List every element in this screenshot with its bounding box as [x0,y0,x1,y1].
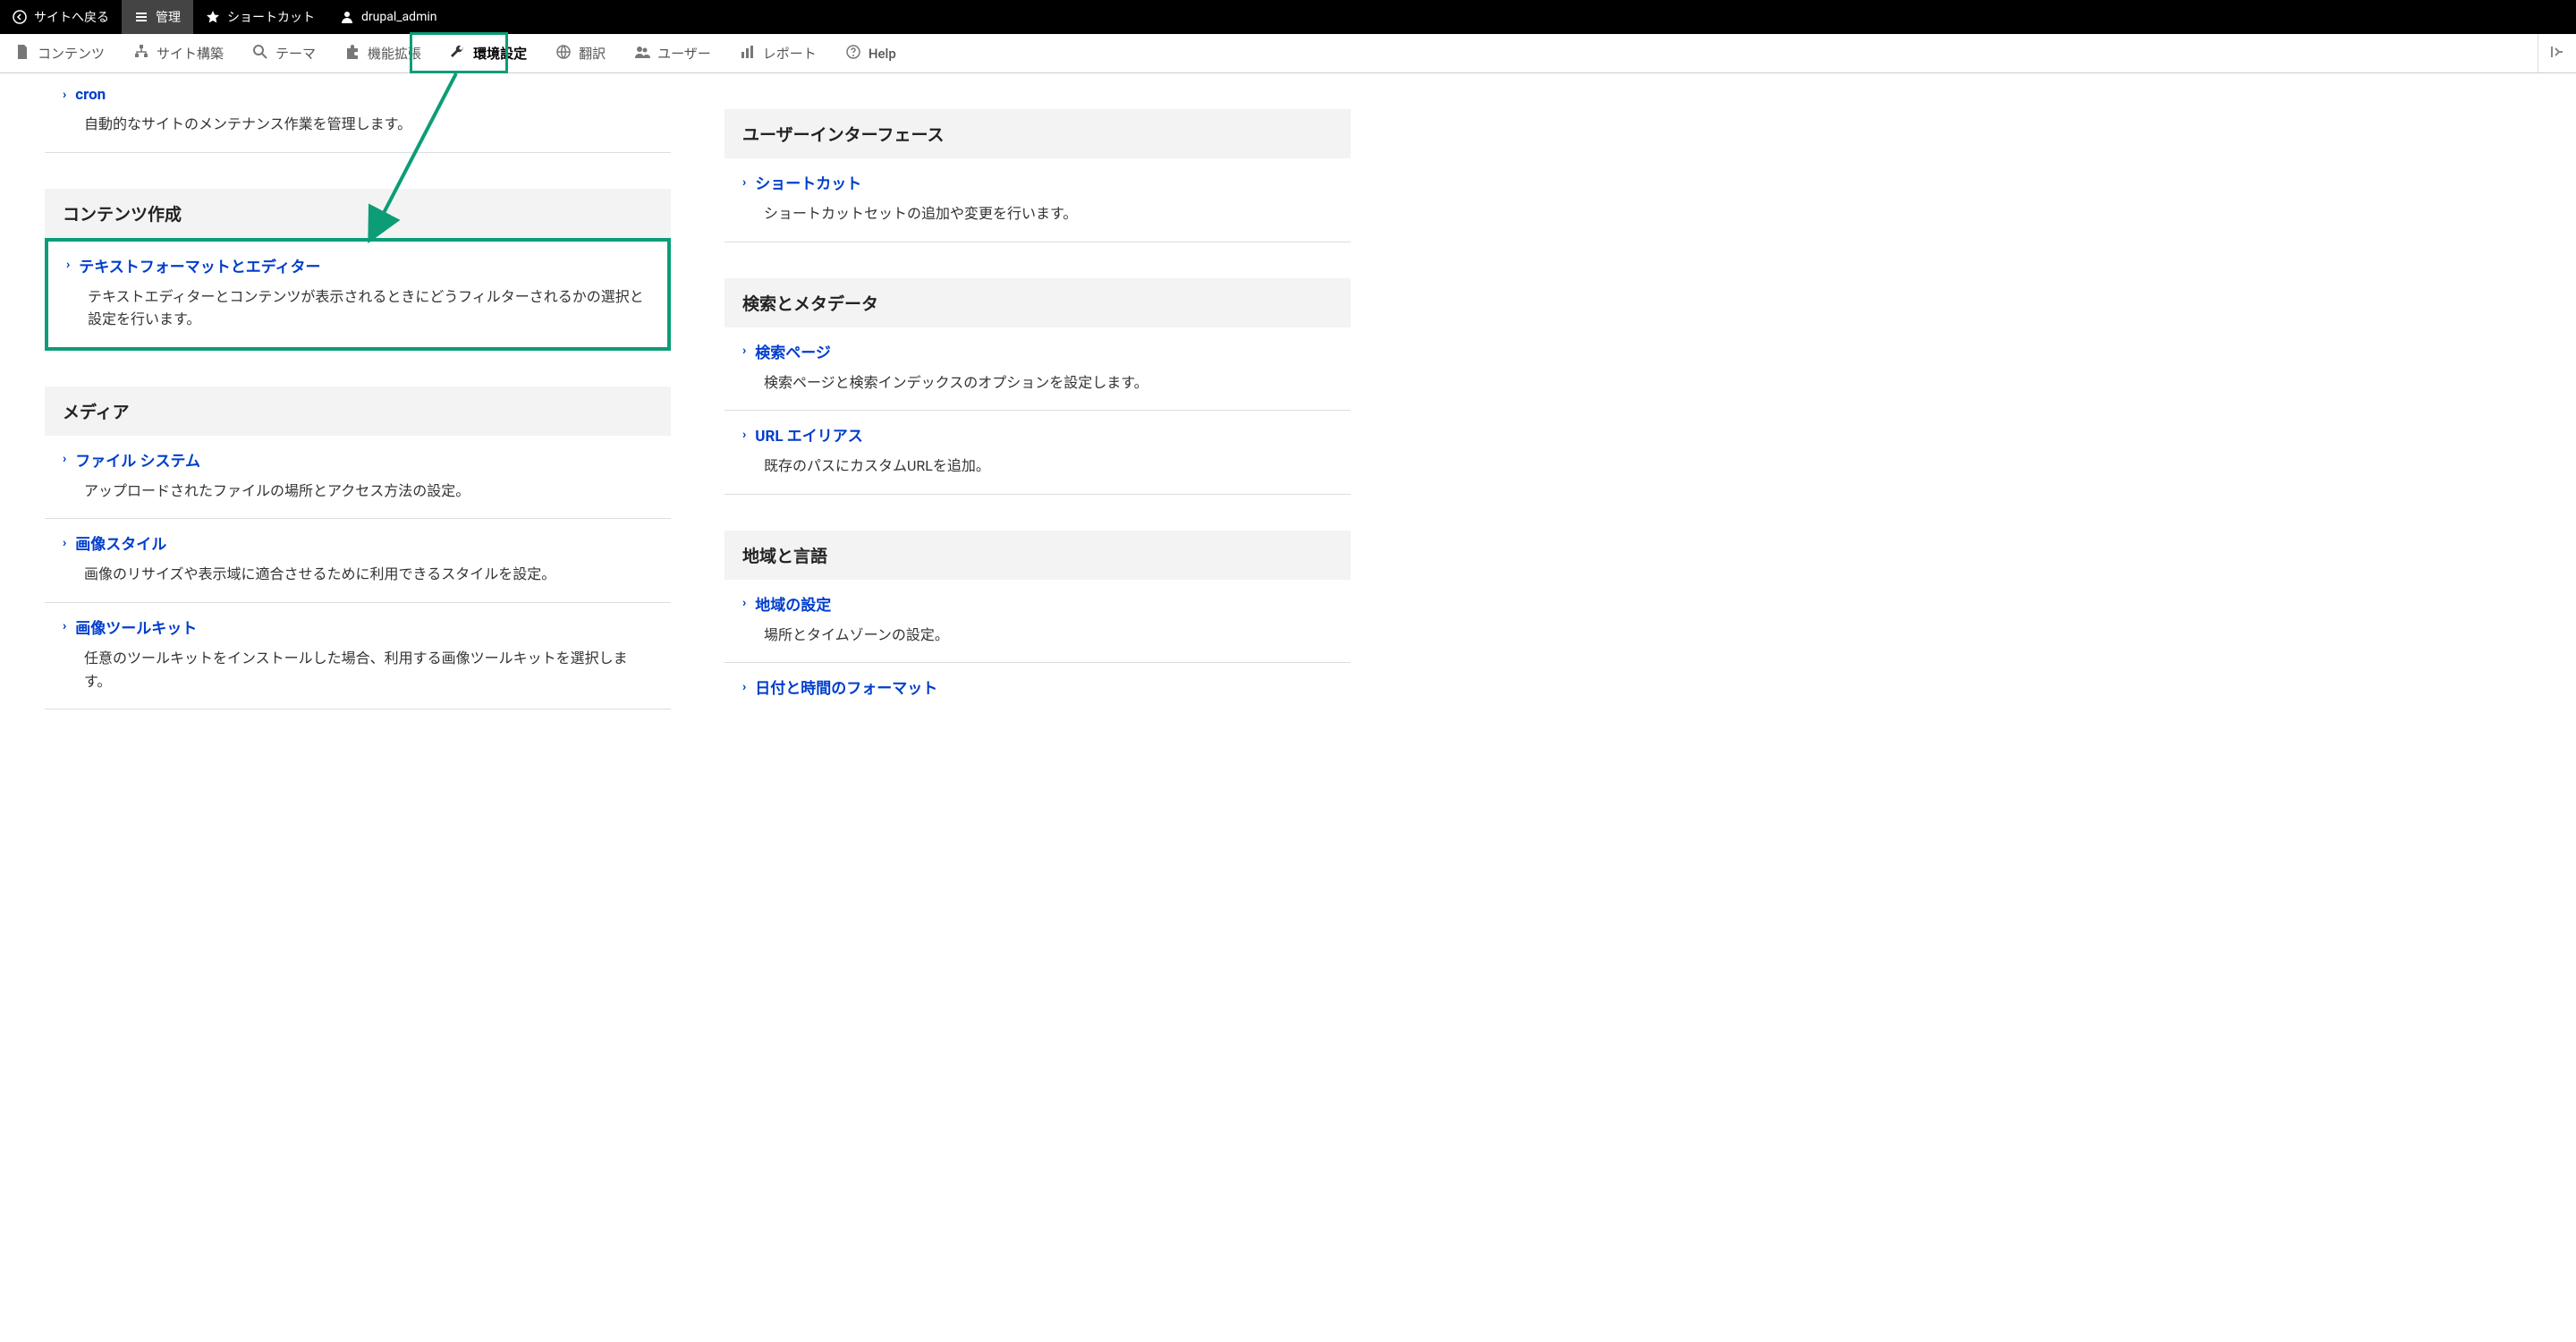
toolbar-theme[interactable]: テーマ [238,34,330,72]
toolbar-config[interactable]: 環境設定 [436,34,541,72]
config-item-filesystem: › ファイル システム アップロードされたファイルの場所とアクセス方法の設定。 [45,436,671,520]
toolbar-structure-label: サイト構築 [157,44,224,63]
cron-desc: 自動的なサイトのメンテナンス作業を管理します。 [84,113,653,136]
toolbar-content[interactable]: コンテンツ [0,34,119,72]
config-item-image-style: › 画像スタイル 画像のリサイズや表示域に適合させるために利用できるスタイルを設… [45,519,671,603]
toolbar-extend-label: 機能拡張 [368,44,421,63]
hamburger-icon [134,10,148,24]
admin-toolbar: コンテンツ サイト構築 テーマ 機能拡張 環境設定 翻訳 ユーザー レポート H… [0,34,2576,73]
shortcut-desc: ショートカットセットの追加や変更を行います。 [764,202,1333,225]
chevron-right-icon: › [742,175,746,190]
section-ui: ユーザーインターフェース › ショートカット ショートカットセットの追加や変更を… [724,109,1351,242]
toolbar-translate[interactable]: 翻訳 [541,34,620,72]
search-page-link[interactable]: 検索ページ [755,340,831,362]
section-media-header: メディア [45,386,671,436]
section-regional-header: 地域と言語 [724,531,1351,580]
puzzle-icon [344,44,360,64]
brush-icon [252,44,268,64]
config-item-regional-settings: › 地域の設定 場所とタイムゾーンの設定。 [724,580,1351,664]
chevron-right-icon: › [63,536,66,550]
users-icon [634,44,650,64]
image-style-desc: 画像のリサイズや表示域に適合させるために利用できるスタイルを設定。 [84,563,653,586]
text-format-link[interactable]: テキストフォーマットとエディター [79,254,320,276]
back-to-site-label: サイトへ戻る [34,8,109,26]
manage-label: 管理 [156,8,181,26]
toolbar-content-label: コンテンツ [38,44,105,63]
chevron-right-icon: › [63,88,66,102]
config-item-date-format: › 日付と時間のフォーマット [724,663,1351,698]
config-item-text-format: › テキストフォーマットとエディター テキストエディターとコンテンツが表示される… [45,238,671,351]
chart-icon [740,44,756,64]
date-format-link[interactable]: 日付と時間のフォーマット [755,675,937,698]
toolbar-reports-label: レポート [763,44,817,63]
toolbar-help[interactable]: Help [831,34,911,72]
back-to-site-button[interactable]: サイトへ戻る [0,0,122,34]
cron-link[interactable]: cron [75,86,106,104]
section-content-authoring-header: コンテンツ作成 [45,189,671,238]
star-icon [206,10,220,24]
toolbar-theme-label: テーマ [275,44,316,63]
manage-button[interactable]: 管理 [122,0,193,34]
shortcuts-label: ショートカット [227,8,315,26]
image-toolkit-desc: 任意のツールキットをインストールした場合、利用する画像ツールキットを選択します。 [84,647,653,692]
user-menu-button[interactable]: drupal_admin [327,0,449,34]
collapse-icon [2549,44,2565,64]
toolbar-collapse-button[interactable] [2538,34,2576,72]
image-style-link[interactable]: 画像スタイル [75,531,166,554]
arrow-left-circle-icon [13,10,27,24]
structure-icon [133,44,149,64]
text-format-desc: テキストエディターとコンテンツが表示されるときにどうフィルターされるかの選択と設… [88,285,649,331]
shortcuts-button[interactable]: ショートカット [193,0,327,34]
section-ui-header: ユーザーインターフェース [724,109,1351,158]
help-icon [845,44,861,64]
toolbar-users-label: ユーザー [657,44,711,63]
config-item-search-page: › 検索ページ 検索ページと検索インデックスのオプションを設定します。 [724,327,1351,412]
config-item-shortcut: › ショートカット ショートカットセットの追加や変更を行います。 [724,158,1351,242]
image-toolkit-link[interactable]: 画像ツールキット [75,616,197,638]
config-item-cron: › cron 自動的なサイトのメンテナンス作業を管理します。 [45,73,671,153]
section-search-metadata: 検索とメタデータ › 検索ページ 検索ページと検索インデックスのオプションを設定… [724,278,1351,495]
chevron-right-icon: › [742,596,746,610]
regional-settings-desc: 場所とタイムゾーンの設定。 [764,624,1333,647]
config-item-url-alias: › URL エイリアス 既存のパスにカスタムURLを追加。 [724,411,1351,495]
toolbar-extend[interactable]: 機能拡張 [330,34,436,72]
filesystem-desc: アップロードされたファイルの場所とアクセス方法の設定。 [84,480,653,503]
section-media: メディア › ファイル システム アップロードされたファイルの場所とアクセス方法… [45,386,671,709]
regional-settings-link[interactable]: 地域の設定 [755,592,831,615]
document-icon [14,44,30,64]
shortcut-link[interactable]: ショートカット [755,171,861,193]
chevron-right-icon: › [742,680,746,694]
toolbar-users[interactable]: ユーザー [620,34,725,72]
wrench-icon [450,44,466,64]
config-page-content: › cron 自動的なサイトのメンテナンス作業を管理します。 コンテンツ作成 ›… [0,73,2576,745]
chevron-right-icon: › [63,619,66,633]
search-page-desc: 検索ページと検索インデックスのオプションを設定します。 [764,371,1333,395]
user-icon [340,10,354,24]
url-alias-desc: 既存のパスにカスタムURLを追加。 [764,454,1333,478]
content-column-right: ユーザーインターフェース › ショートカット ショートカットセットの追加や変更を… [724,73,1351,709]
section-content-authoring: コンテンツ作成 › テキストフォーマットとエディター テキストエディターとコンテ… [45,189,671,351]
section-regional: 地域と言語 › 地域の設定 場所とタイムゾーンの設定。 › 日付と時間のフォーマ… [724,531,1351,699]
section-search-header: 検索とメタデータ [724,278,1351,327]
chevron-right-icon: › [66,258,70,272]
chevron-right-icon: › [742,428,746,442]
toolbar-translate-label: 翻訳 [579,44,606,63]
chevron-right-icon: › [63,452,66,466]
admin-topbar: サイトへ戻る 管理 ショートカット drupal_admin [0,0,2576,34]
toolbar-structure[interactable]: サイト構築 [119,34,238,72]
filesystem-link[interactable]: ファイル システム [75,448,200,471]
chevron-right-icon: › [742,344,746,358]
globe-icon [555,44,572,64]
toolbar-config-label: 環境設定 [473,44,527,63]
url-alias-link[interactable]: URL エイリアス [755,423,863,446]
toolbar-reports[interactable]: レポート [725,34,831,72]
config-item-image-toolkit: › 画像ツールキット 任意のツールキットをインストールした場合、利用する画像ツー… [45,603,671,709]
user-label: drupal_admin [361,10,436,24]
toolbar-help-label: Help [869,46,896,62]
content-column-left: › cron 自動的なサイトのメンテナンス作業を管理します。 コンテンツ作成 ›… [45,73,671,709]
